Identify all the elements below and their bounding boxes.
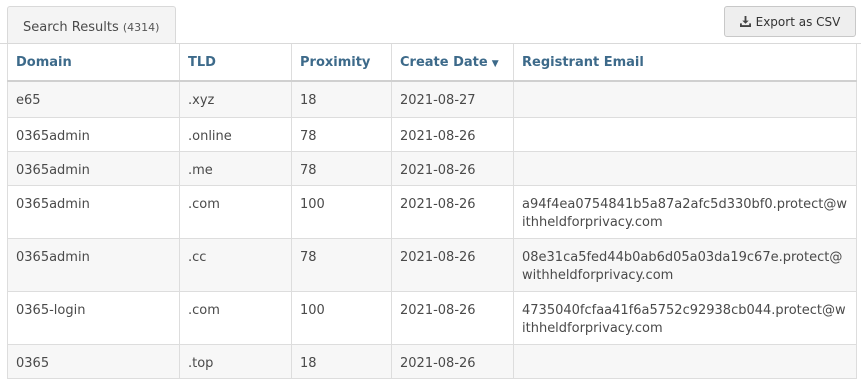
cell-proximity: 78 xyxy=(291,117,392,152)
table-row[interactable]: 0365admin .online 78 2021-08-26 xyxy=(7,117,857,152)
cell-domain: e65 xyxy=(7,81,180,118)
table-row[interactable]: 0365admin .com 100 2021-08-26 a94f4ea075… xyxy=(7,185,857,239)
cell-domain: 0365admin xyxy=(7,238,180,292)
results-table: Domain TLD Proximity Create Date ▼ Regist… xyxy=(7,44,857,379)
result-count: (4314) xyxy=(122,21,160,34)
cell-registrant-email xyxy=(513,117,857,152)
cell-tld: .xyz xyxy=(179,81,292,118)
cell-tld: .com xyxy=(179,291,292,345)
export-csv-button[interactable]: Export as CSV xyxy=(724,6,856,37)
cell-registrant-email xyxy=(513,151,857,186)
cell-create-date: 2021-08-26 xyxy=(391,151,514,186)
cell-tld: .online xyxy=(179,117,292,152)
cell-tld: .com xyxy=(179,185,292,239)
cell-tld: .me xyxy=(179,151,292,186)
tab-label: Search Results xyxy=(23,20,119,35)
table-row[interactable]: 0365-login .com 100 2021-08-26 4735040fc… xyxy=(7,291,857,345)
cell-tld: .cc xyxy=(179,238,292,292)
column-header-create-date[interactable]: Create Date ▼ xyxy=(391,44,514,82)
cell-domain: 0365admin xyxy=(7,185,180,239)
cell-create-date: 2021-08-26 xyxy=(391,117,514,152)
cell-registrant-email: a94f4ea0754841b5a87a2afc5d330bf0.protect… xyxy=(513,185,857,239)
cell-tld: .top xyxy=(179,344,292,379)
export-label: Export as CSV xyxy=(755,14,841,29)
cell-domain: 0365admin xyxy=(7,117,180,152)
table-row[interactable]: e65 .xyz 18 2021-08-27 xyxy=(7,81,857,118)
cell-create-date: 2021-08-26 xyxy=(391,344,514,379)
cell-proximity: 78 xyxy=(291,151,392,186)
cell-proximity: 78 xyxy=(291,238,392,292)
cell-domain: 0365-login xyxy=(7,291,180,345)
cell-proximity: 18 xyxy=(291,344,392,379)
tab-search-results[interactable]: Search Results (4314) xyxy=(7,6,176,45)
table-row[interactable]: 0365admin .me 78 2021-08-26 xyxy=(7,151,857,186)
column-header-registrant-email[interactable]: Registrant Email xyxy=(513,44,857,82)
column-header-proximity[interactable]: Proximity xyxy=(291,44,392,82)
download-icon xyxy=(739,16,751,27)
sort-desc-icon: ▼ xyxy=(491,59,499,69)
cell-create-date: 2021-08-26 xyxy=(391,291,514,345)
cell-registrant-email: 08e31ca5fed44b0ab6d05a03da19c67e.protect… xyxy=(513,238,857,292)
column-header-domain[interactable]: Domain xyxy=(7,44,180,82)
cell-registrant-email: 4735040fcfaa41f6a5752c92938cb044.protect… xyxy=(513,291,857,345)
cell-create-date: 2021-08-26 xyxy=(391,238,514,292)
cell-registrant-email xyxy=(513,344,857,379)
cell-create-date: 2021-08-26 xyxy=(391,185,514,239)
cell-create-date: 2021-08-27 xyxy=(391,81,514,118)
cell-proximity: 100 xyxy=(291,185,392,239)
cell-proximity: 18 xyxy=(291,81,392,118)
results-header-bar: Search Results (4314) Export as CSV xyxy=(0,0,861,45)
cell-domain: 0365 xyxy=(7,344,180,379)
cell-domain: 0365admin xyxy=(7,151,180,186)
column-header-tld[interactable]: TLD xyxy=(179,44,292,82)
table-row[interactable]: 0365 .top 18 2021-08-26 xyxy=(7,344,857,379)
cell-registrant-email xyxy=(513,81,857,118)
table-row[interactable]: 0365admin .cc 78 2021-08-26 08e31ca5fed4… xyxy=(7,238,857,292)
cell-proximity: 100 xyxy=(291,291,392,345)
table-header-row: Domain TLD Proximity Create Date ▼ Regist… xyxy=(7,44,857,82)
